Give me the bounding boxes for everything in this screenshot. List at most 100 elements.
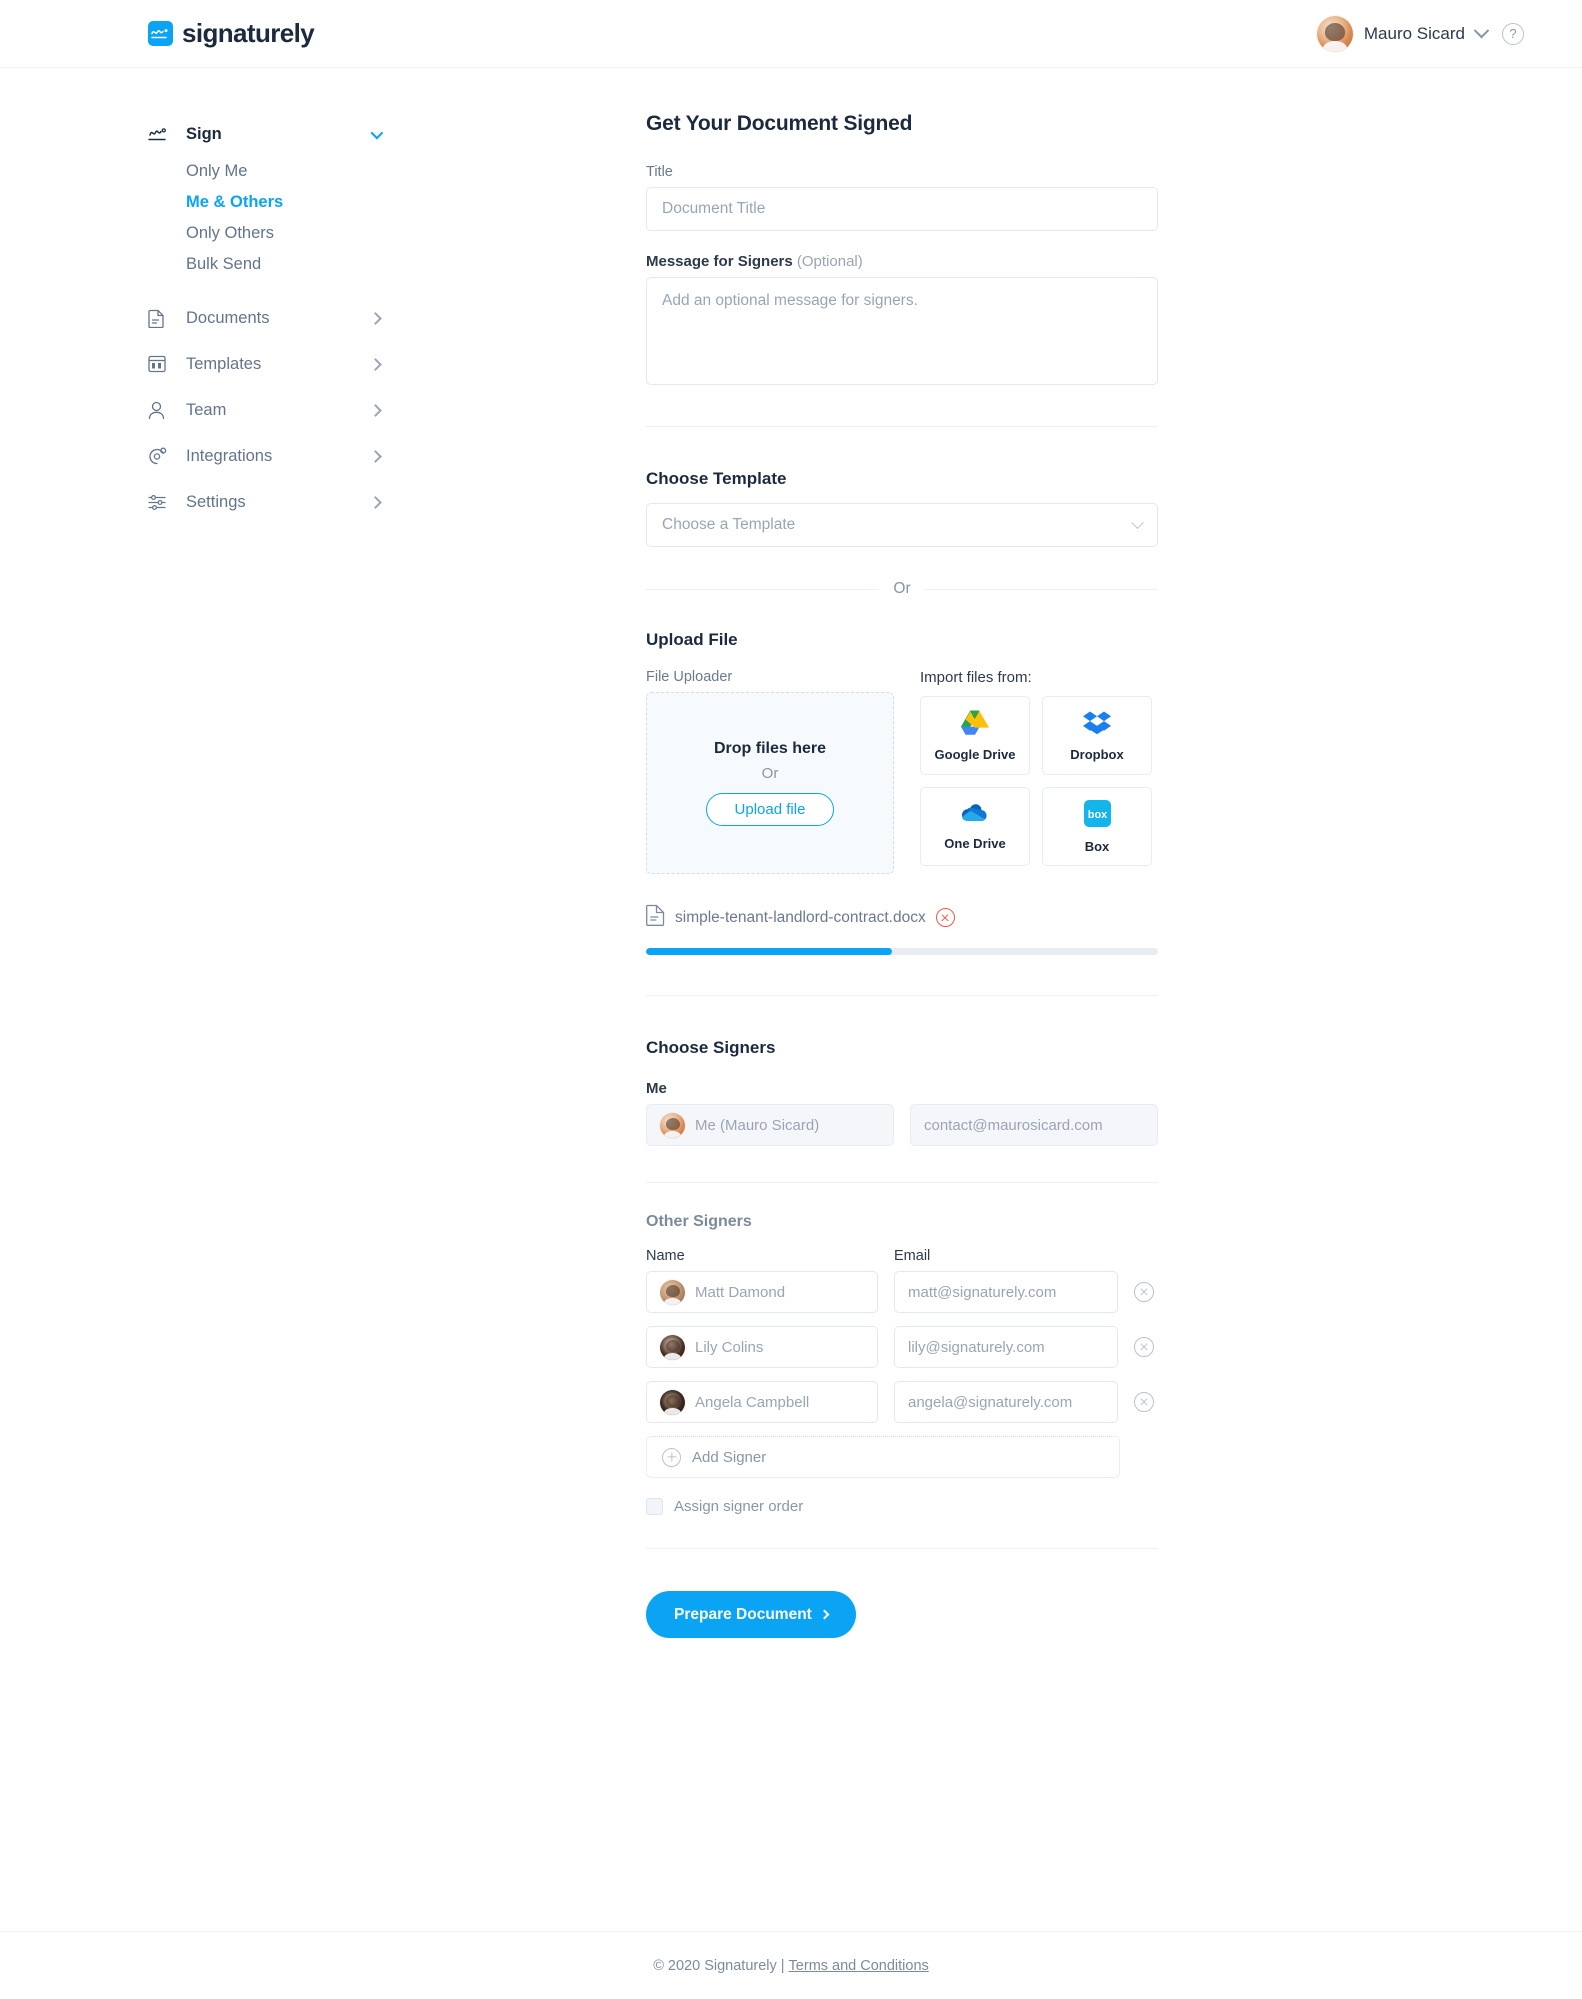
me-signer-row: Me (Mauro Sicard) contact@maurosicard.co…	[646, 1104, 1158, 1146]
import-google-drive-button[interactable]: Google Drive	[920, 696, 1030, 775]
app-header: signaturely Mauro Sicard ?	[0, 0, 1582, 68]
help-icon[interactable]: ?	[1502, 22, 1524, 45]
signer-name-input[interactable]: Lily Colins	[646, 1326, 878, 1368]
main-content: Get Your Document Signed Title Document …	[646, 112, 1158, 1638]
or-text: Or	[893, 580, 911, 597]
message-label: Message for Signers (Optional)	[646, 253, 1158, 270]
chevron-down-icon[interactable]	[370, 126, 384, 139]
file-uploader-label: File Uploader	[646, 669, 733, 685]
chevron-down-icon	[1131, 515, 1144, 529]
assign-signer-order-label: Assign signer order	[674, 1498, 804, 1515]
sidebar: Sign Only Me Me & Others Only Others Bul…	[148, 118, 438, 532]
prepare-document-button[interactable]: Prepare Document	[646, 1591, 856, 1638]
template-select[interactable]: Choose a Template	[646, 503, 1158, 547]
gear-icon	[148, 447, 170, 466]
chevron-right-icon[interactable]	[369, 357, 382, 371]
plus-icon	[662, 1447, 681, 1467]
import-one-drive-button[interactable]: One Drive	[920, 787, 1030, 866]
avatar	[660, 1279, 685, 1305]
import-column: Import files from: Google Drive Dropbox …	[920, 669, 1158, 874]
avatar	[660, 1334, 685, 1360]
remove-signer-icon[interactable]	[1134, 1282, 1154, 1302]
import-files-label: Import files from:	[920, 669, 1032, 686]
signer-email-input[interactable]: lily@signaturely.com	[894, 1326, 1118, 1368]
app-page: signaturely Mauro Sicard ? Sign Only Me …	[0, 0, 1582, 1999]
svg-text:box: box	[1087, 809, 1107, 821]
file-uploader-column: File Uploader Drop files here Or Upload …	[646, 669, 894, 874]
sidebar-item-team[interactable]: Team	[148, 394, 438, 426]
dropzone-or: Or	[761, 765, 779, 782]
chevron-right-icon[interactable]	[369, 449, 382, 463]
add-signer-label: Add Signer	[692, 1448, 767, 1466]
sidebar-item-label: Templates	[186, 354, 262, 373]
sidebar-item-label: Settings	[186, 492, 246, 511]
signature-icon	[148, 126, 170, 142]
chevron-right-icon[interactable]	[369, 403, 382, 417]
remove-file-icon[interactable]	[935, 908, 955, 927]
chevron-down-icon[interactable]	[1473, 22, 1490, 39]
signer-name-input[interactable]: Matt Damond	[646, 1271, 878, 1313]
message-optional-text: (Optional)	[796, 253, 863, 270]
remove-signer-icon[interactable]	[1134, 1392, 1154, 1412]
signer-email-input[interactable]: matt@signaturely.com	[894, 1271, 1118, 1313]
sidebar-item-settings[interactable]: Settings	[148, 486, 438, 518]
upload-progress-bar	[646, 948, 1158, 955]
signer-email-input[interactable]: angela@signaturely.com	[894, 1381, 1118, 1423]
message-label-text: Message for Signers	[646, 253, 793, 270]
sidebar-item-templates[interactable]: Templates	[148, 348, 438, 380]
other-signers-label: Other Signers	[646, 1213, 752, 1230]
header-user-menu[interactable]: Mauro Sicard ?	[1316, 15, 1524, 52]
add-signer-button[interactable]: Add Signer	[646, 1436, 1120, 1478]
me-label: Me	[646, 1080, 667, 1097]
assign-signer-order-checkbox[interactable]	[646, 1498, 663, 1515]
chevron-right-icon[interactable]	[369, 311, 382, 325]
signer-email-value: lily@signaturely.com	[908, 1338, 1045, 1356]
column-header-name: Name	[646, 1248, 685, 1264]
cloud-provider-name: Box	[1084, 838, 1110, 854]
logo-text: signaturely	[182, 18, 315, 48]
uploaded-file-row: simple-tenant-landlord-contract.docx	[646, 904, 1158, 931]
sliders-icon	[148, 494, 170, 511]
cloud-provider-name: Google Drive	[934, 746, 1016, 762]
sidebar-item-integrations[interactable]: Integrations	[148, 440, 438, 472]
sidebar-item-only-others[interactable]: Only Others	[186, 218, 438, 249]
logo[interactable]: signaturely	[148, 18, 315, 49]
upload-file-heading: Upload File	[646, 630, 738, 649]
signer-name-value: Lily Colins	[695, 1338, 764, 1356]
title-label: Title	[646, 164, 673, 180]
document-icon	[148, 309, 170, 328]
me-email-value: contact@maurosicard.com	[924, 1116, 1103, 1134]
divider-line-left	[646, 588, 880, 590]
cloud-provider-grid: Google Drive Dropbox One Drive box Box	[920, 696, 1158, 866]
me-email-field: contact@maurosicard.com	[910, 1104, 1158, 1146]
signer-name-value: Angela Campbell	[695, 1393, 810, 1411]
sidebar-item-sign[interactable]: Sign	[148, 118, 438, 150]
upload-file-button[interactable]: Upload file	[706, 793, 834, 826]
signer-row: Lily Colins lily@signaturely.com	[646, 1326, 1158, 1368]
cloud-provider-name: Dropbox	[1070, 746, 1124, 762]
signer-name-value: Matt Damond	[695, 1283, 786, 1301]
signer-name-input[interactable]: Angela Campbell	[646, 1381, 878, 1423]
app-footer: © 2020 Signaturely | Terms and Condition…	[0, 1931, 1582, 1999]
assign-signer-order-row[interactable]: Assign signer order	[646, 1498, 1158, 1515]
template-icon	[148, 355, 170, 373]
sidebar-item-me-and-others[interactable]: Me & Others	[186, 187, 438, 218]
message-textarea[interactable]: Add an optional message for signers.	[646, 277, 1158, 385]
file-dropzone[interactable]: Drop files here Or Upload file	[646, 692, 894, 874]
onedrive-icon	[960, 802, 990, 829]
sidebar-item-only-me[interactable]: Only Me	[186, 156, 438, 187]
user-name: Mauro Sicard	[1363, 23, 1465, 43]
avatar	[660, 1112, 685, 1138]
sidebar-item-bulk-send[interactable]: Bulk Send	[186, 249, 438, 280]
import-box-button[interactable]: box Box	[1042, 787, 1152, 866]
signer-row: Angela Campbell angela@signaturely.com	[646, 1381, 1158, 1423]
sidebar-item-documents[interactable]: Documents	[148, 302, 438, 334]
signer-column-headers: Name Email	[646, 1248, 1158, 1264]
terms-and-conditions-link[interactable]: Terms and Conditions	[789, 1958, 929, 1974]
title-input[interactable]: Document Title	[646, 187, 1158, 231]
google-drive-icon	[961, 710, 989, 740]
user-icon	[148, 401, 170, 420]
remove-signer-icon[interactable]	[1134, 1337, 1154, 1357]
import-dropbox-button[interactable]: Dropbox	[1042, 696, 1152, 775]
chevron-right-icon[interactable]	[369, 495, 382, 509]
